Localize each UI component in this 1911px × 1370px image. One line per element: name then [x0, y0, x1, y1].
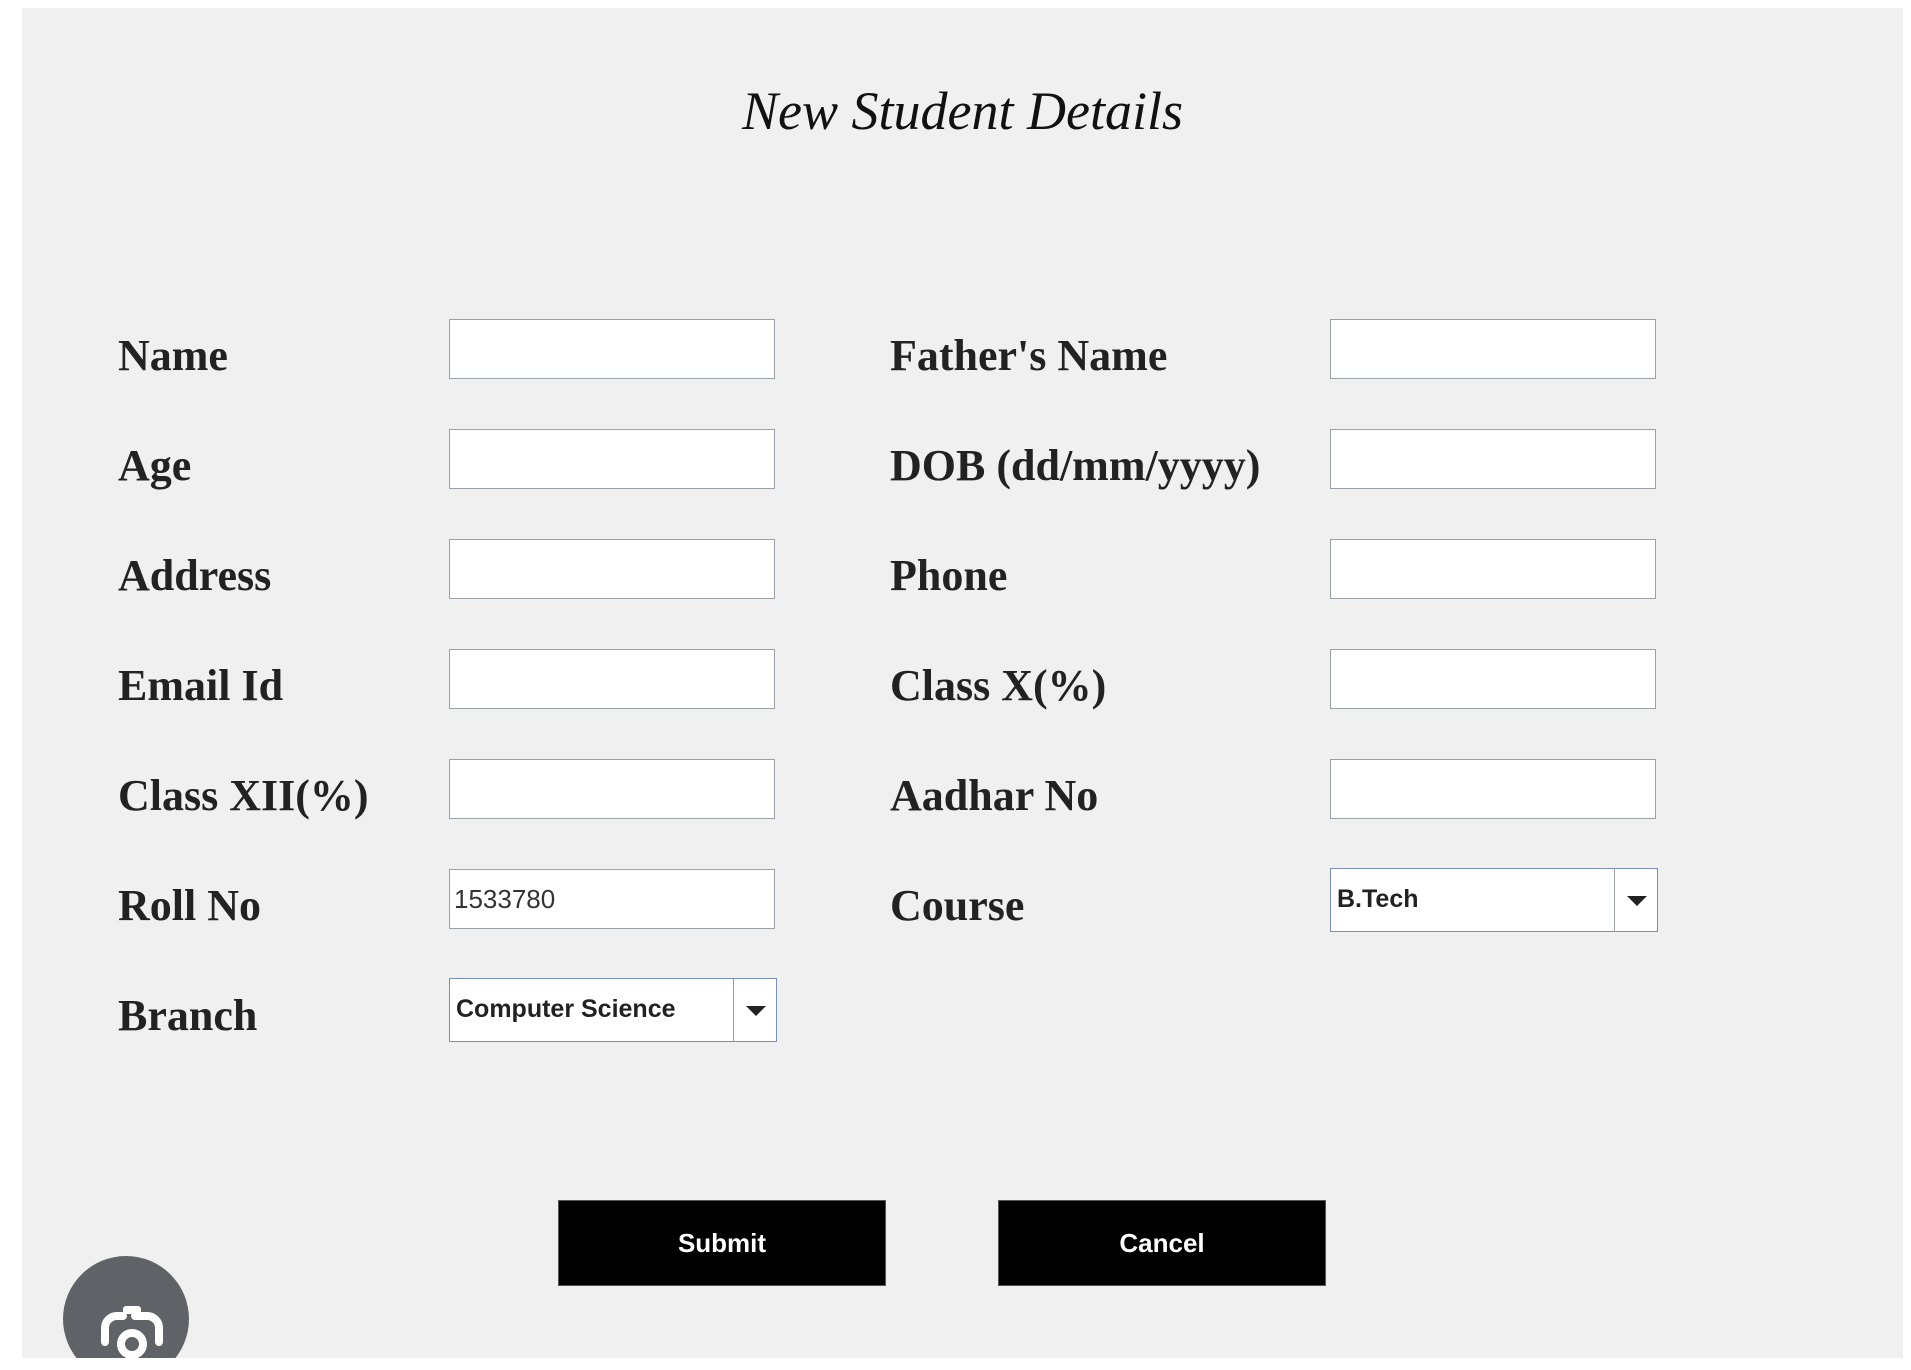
email-input[interactable]	[449, 649, 775, 709]
roll-no-label: Roll No	[118, 881, 261, 930]
address-input[interactable]	[449, 539, 775, 599]
course-selected-value: B.Tech	[1337, 885, 1419, 913]
chevron-down-icon[interactable]	[1615, 869, 1657, 931]
form-title: New Student Details	[742, 81, 1183, 141]
branch-select[interactable]: Computer Science	[449, 978, 777, 1042]
branch-select-value-box[interactable]: Computer Science	[450, 979, 734, 1041]
phone-label: Phone	[890, 551, 1008, 600]
lens-glyph	[101, 1306, 163, 1358]
fathers-name-input[interactable]	[1330, 319, 1656, 379]
fathers-name-label: Father's Name	[890, 331, 1168, 380]
chevron-down-icon[interactable]	[734, 979, 776, 1041]
cancel-button[interactable]: Cancel	[998, 1200, 1326, 1286]
class-x-label: Class X(%)	[890, 661, 1107, 710]
aadhar-label: Aadhar No	[890, 771, 1099, 820]
class-xii-label: Class XII(%)	[118, 771, 369, 820]
branch-selected-value: Computer Science	[456, 995, 676, 1023]
address-label: Address	[118, 551, 272, 600]
email-label: Email Id	[118, 661, 284, 710]
dob-label: DOB (dd/mm/yyyy)	[890, 441, 1261, 490]
course-select[interactable]: B.Tech	[1330, 868, 1658, 932]
age-label: Age	[118, 441, 192, 490]
dob-input[interactable]	[1330, 429, 1656, 489]
branch-label: Branch	[118, 991, 258, 1040]
roll-no-input[interactable]	[449, 869, 775, 929]
age-input[interactable]	[449, 429, 775, 489]
submit-button[interactable]: Submit	[558, 1200, 886, 1286]
name-input[interactable]	[449, 319, 775, 379]
class-xii-input[interactable]	[449, 759, 775, 819]
class-x-input[interactable]	[1330, 649, 1656, 709]
aadhar-input[interactable]	[1330, 759, 1656, 819]
google-lens-icon[interactable]	[63, 1256, 189, 1358]
course-label: Course	[890, 881, 1025, 930]
phone-input[interactable]	[1330, 539, 1656, 599]
name-label: Name	[118, 331, 228, 380]
course-select-value-box[interactable]: B.Tech	[1331, 869, 1615, 931]
